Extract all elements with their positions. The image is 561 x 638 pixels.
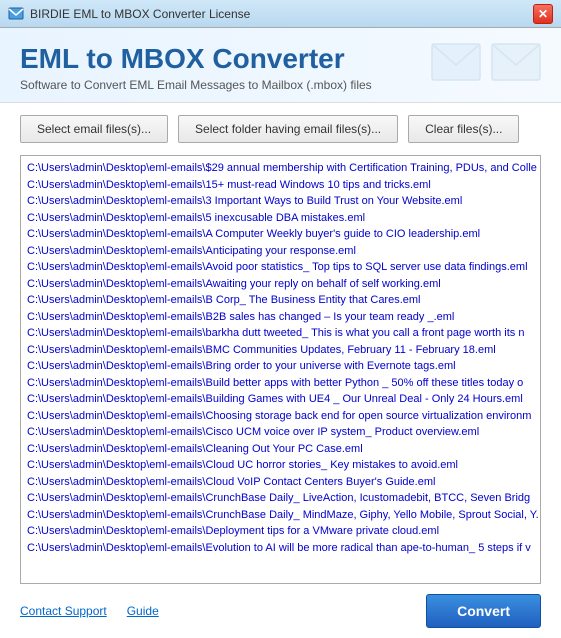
list-item: C:\Users\admin\Desktop\eml-emails\Buildi… (25, 391, 536, 408)
list-item: C:\Users\admin\Desktop\eml-emails\Evolut… (25, 540, 536, 557)
list-item: C:\Users\admin\Desktop\eml-emails\barkha… (25, 325, 536, 342)
list-item: C:\Users\admin\Desktop\eml-emails\Crunch… (25, 507, 536, 524)
list-item: C:\Users\admin\Desktop\eml-emails\Choosi… (25, 408, 536, 425)
contact-support-link[interactable]: Contact Support (20, 604, 107, 618)
list-item: C:\Users\admin\Desktop\eml-emails\Crunch… (25, 490, 536, 507)
clear-files-button[interactable]: Clear files(s)... (408, 115, 519, 143)
envelope-icon-1 (431, 43, 481, 81)
envelope-icon-2 (491, 43, 541, 81)
select-folder-button[interactable]: Select folder having email files(s)... (178, 115, 398, 143)
list-item: C:\Users\admin\Desktop\eml-emails\Cleani… (25, 441, 536, 458)
app-icon (8, 6, 24, 22)
buttons-area: Select email files(s)... Select folder h… (0, 103, 561, 155)
title-bar-text: BIRDIE EML to MBOX Converter License (30, 7, 250, 21)
list-item: C:\Users\admin\Desktop\eml-emails\5 inex… (25, 210, 536, 227)
list-item: C:\Users\admin\Desktop\eml-emails\B2B sa… (25, 309, 536, 326)
header-icons (431, 43, 541, 81)
list-item: C:\Users\admin\Desktop\eml-emails\Awaiti… (25, 276, 536, 293)
list-item: C:\Users\admin\Desktop\eml-emails\Antici… (25, 243, 536, 260)
list-item: C:\Users\admin\Desktop\eml-emails\Deploy… (25, 523, 536, 540)
list-item: C:\Users\admin\Desktop\eml-emails\Bring … (25, 358, 536, 375)
list-item: C:\Users\admin\Desktop\eml-emails\Cisco … (25, 424, 536, 441)
header-area: EML to MBOX Converter Software to Conver… (0, 28, 561, 103)
list-item: C:\Users\admin\Desktop\eml-emails\Cloud … (25, 474, 536, 491)
list-item: C:\Users\admin\Desktop\eml-emails\Build … (25, 375, 536, 392)
list-item: C:\Users\admin\Desktop\eml-emails\Avoid … (25, 259, 536, 276)
list-item: C:\Users\admin\Desktop\eml-emails\3 Impo… (25, 193, 536, 210)
list-item: C:\Users\admin\Desktop\eml-emails\B Corp… (25, 292, 536, 309)
list-item: C:\Users\admin\Desktop\eml-emails\$29 an… (25, 160, 536, 177)
list-item: C:\Users\admin\Desktop\eml-emails\15+ mu… (25, 177, 536, 194)
file-list[interactable]: C:\Users\admin\Desktop\eml-emails\$29 an… (21, 156, 540, 583)
list-item: C:\Users\admin\Desktop\eml-emails\A Comp… (25, 226, 536, 243)
list-item: C:\Users\admin\Desktop\eml-emails\Cloud … (25, 457, 536, 474)
close-button[interactable]: ✕ (533, 4, 553, 24)
footer-links: Contact Support Guide (20, 604, 159, 618)
footer-area: Contact Support Guide Convert (0, 584, 561, 638)
select-files-button[interactable]: Select email files(s)... (20, 115, 168, 143)
file-list-container: C:\Users\admin\Desktop\eml-emails\$29 an… (20, 155, 541, 584)
convert-button[interactable]: Convert (426, 594, 541, 628)
title-bar-left: BIRDIE EML to MBOX Converter License (8, 6, 250, 22)
main-content: EML to MBOX Converter Software to Conver… (0, 28, 561, 638)
guide-link[interactable]: Guide (127, 604, 159, 618)
title-bar: BIRDIE EML to MBOX Converter License ✕ (0, 0, 561, 28)
list-item: C:\Users\admin\Desktop\eml-emails\BMC Co… (25, 342, 536, 359)
